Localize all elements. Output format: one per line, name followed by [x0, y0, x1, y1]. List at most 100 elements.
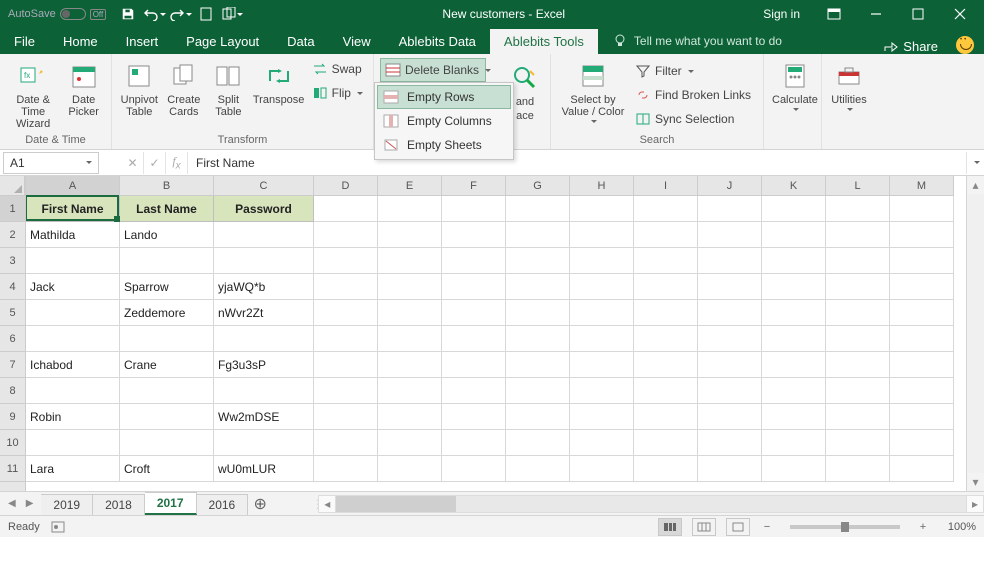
cell-A5[interactable]	[26, 300, 120, 326]
tab-ablebits-tools[interactable]: Ablebits Tools	[490, 29, 598, 54]
column-header-M[interactable]: M	[890, 176, 954, 196]
cell-H7[interactable]	[570, 352, 634, 378]
row-header-7[interactable]: 7	[0, 352, 25, 378]
cell-H1[interactable]	[570, 196, 634, 222]
cell-A9[interactable]: Robin	[26, 404, 120, 430]
cell-K3[interactable]	[762, 248, 826, 274]
cell-C5[interactable]: nWvr2Zt	[214, 300, 314, 326]
row-header-6[interactable]: 6	[0, 326, 25, 352]
cell-F3[interactable]	[442, 248, 506, 274]
scroll-right-icon[interactable]: ▸	[966, 495, 984, 513]
add-sheet-button[interactable]: ⊕	[248, 492, 272, 515]
cell-L4[interactable]	[826, 274, 890, 300]
cell-E7[interactable]	[378, 352, 442, 378]
sync-selection-button[interactable]: Sync Selection	[631, 108, 755, 130]
cell-B5[interactable]: Zeddemore	[120, 300, 214, 326]
cell-G6[interactable]	[506, 326, 570, 352]
select-by-value-button[interactable]: Select by Value / Color	[557, 58, 629, 125]
sheet-next-icon[interactable]: ▶	[26, 498, 34, 509]
menu-empty-rows[interactable]: Empty Rows	[377, 85, 511, 109]
cell-B11[interactable]: Croft	[120, 456, 214, 482]
swap-button[interactable]: Swap	[308, 58, 367, 80]
vertical-scrollbar[interactable]: ▴ ▾	[966, 176, 984, 491]
cell-A11[interactable]: Lara	[26, 456, 120, 482]
cell-G4[interactable]	[506, 274, 570, 300]
fx-button[interactable]: fx	[166, 152, 188, 174]
cell-J7[interactable]	[698, 352, 762, 378]
cell-I7[interactable]	[634, 352, 698, 378]
grid-body[interactable]: ABCDEFGHIJKLM First NameLast NamePasswor…	[26, 176, 966, 491]
tab-view[interactable]: View	[329, 29, 385, 54]
cell-K10[interactable]	[762, 430, 826, 456]
scroll-down-icon[interactable]: ▾	[967, 473, 984, 491]
cell-I5[interactable]	[634, 300, 698, 326]
column-header-F[interactable]: F	[442, 176, 506, 196]
cell-D5[interactable]	[314, 300, 378, 326]
column-header-C[interactable]: C	[214, 176, 314, 196]
sheet-tab-2017[interactable]: 2017	[145, 492, 197, 515]
column-header-I[interactable]: I	[634, 176, 698, 196]
cell-M5[interactable]	[890, 300, 954, 326]
cell-D3[interactable]	[314, 248, 378, 274]
tab-page-layout[interactable]: Page Layout	[172, 29, 273, 54]
cell-J6[interactable]	[698, 326, 762, 352]
cell-F4[interactable]	[442, 274, 506, 300]
cancel-fx-button[interactable]: ✕	[122, 152, 144, 174]
cell-C3[interactable]	[214, 248, 314, 274]
cell-J5[interactable]	[698, 300, 762, 326]
sign-in-button[interactable]: Sign in	[763, 7, 800, 21]
calculate-button[interactable]: Calculate	[770, 58, 820, 113]
cell-B3[interactable]	[120, 248, 214, 274]
cell-H10[interactable]	[570, 430, 634, 456]
cell-G9[interactable]	[506, 404, 570, 430]
cell-A4[interactable]: Jack	[26, 274, 120, 300]
cell-E1[interactable]	[378, 196, 442, 222]
column-header-E[interactable]: E	[378, 176, 442, 196]
cell-C10[interactable]	[214, 430, 314, 456]
cell-G5[interactable]	[506, 300, 570, 326]
cell-M2[interactable]	[890, 222, 954, 248]
row-header-11[interactable]: 11	[0, 456, 25, 482]
row-header-9[interactable]: 9	[0, 404, 25, 430]
ribbon-options-button[interactable]	[814, 0, 854, 28]
horizontal-scrollbar[interactable]: ⋮ ◂ ▸	[312, 492, 984, 515]
minimize-button[interactable]	[856, 0, 896, 28]
column-header-A[interactable]: A	[26, 176, 120, 196]
cell-G7[interactable]	[506, 352, 570, 378]
row-header-5[interactable]: 5	[0, 300, 25, 326]
cell-K5[interactable]	[762, 300, 826, 326]
cell-A10[interactable]	[26, 430, 120, 456]
create-cards-button[interactable]: Create Cards	[163, 58, 206, 120]
cell-M7[interactable]	[890, 352, 954, 378]
cell-K2[interactable]	[762, 222, 826, 248]
transpose-button[interactable]: Transpose	[252, 58, 306, 108]
cell-L3[interactable]	[826, 248, 890, 274]
cell-D9[interactable]	[314, 404, 378, 430]
unpivot-table-button[interactable]: Unpivot Table	[118, 58, 161, 120]
date-time-wizard-button[interactable]: fx Date & Time Wizard	[6, 58, 60, 132]
cell-G8[interactable]	[506, 378, 570, 404]
formula-input[interactable]	[188, 152, 966, 174]
cell-D2[interactable]	[314, 222, 378, 248]
cell-D11[interactable]	[314, 456, 378, 482]
sheet-nav[interactable]: ◀▶	[0, 492, 41, 515]
cell-K1[interactable]	[762, 196, 826, 222]
cell-F11[interactable]	[442, 456, 506, 482]
cell-E4[interactable]	[378, 274, 442, 300]
column-header-J[interactable]: J	[698, 176, 762, 196]
cell-M8[interactable]	[890, 378, 954, 404]
cell-H6[interactable]	[570, 326, 634, 352]
macro-rec-icon[interactable]	[50, 519, 66, 535]
cell-C2[interactable]	[214, 222, 314, 248]
hscroll-thumb[interactable]	[336, 496, 456, 512]
cell-F9[interactable]	[442, 404, 506, 430]
column-header-H[interactable]: H	[570, 176, 634, 196]
tab-file[interactable]: File	[0, 29, 49, 54]
cell-G2[interactable]	[506, 222, 570, 248]
cell-B10[interactable]	[120, 430, 214, 456]
cell-F7[interactable]	[442, 352, 506, 378]
cell-F10[interactable]	[442, 430, 506, 456]
cell-I8[interactable]	[634, 378, 698, 404]
find-broken-links-button[interactable]: Find Broken Links	[631, 84, 755, 106]
cell-E9[interactable]	[378, 404, 442, 430]
